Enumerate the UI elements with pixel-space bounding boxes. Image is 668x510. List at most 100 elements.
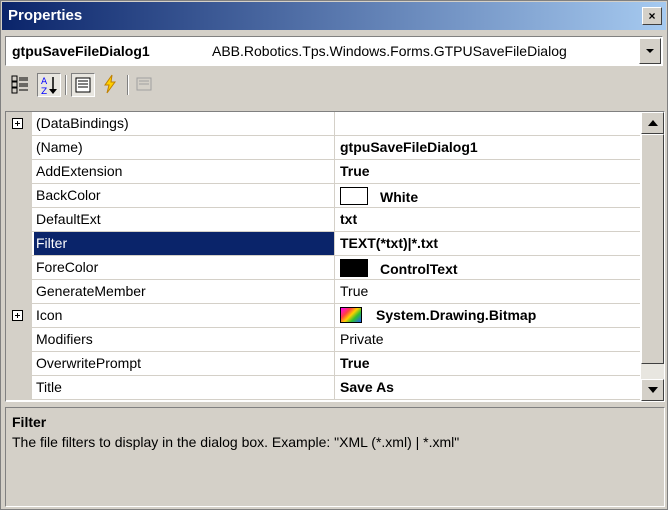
property-value-text: System.Drawing.Bitmap: [376, 307, 537, 323]
property-row[interactable]: ForeColor ControlText: [6, 256, 640, 280]
row-gutter: [6, 136, 32, 160]
property-name[interactable]: ForeColor: [36, 259, 328, 277]
object-selector-combo[interactable]: gtpuSaveFileDialog1 ABB.Robotics.Tps.Win…: [5, 36, 663, 66]
column-divider: [334, 232, 335, 256]
property-name[interactable]: (Name): [36, 139, 328, 157]
row-gutter: [6, 352, 32, 376]
object-selector-dropdown-button[interactable]: [639, 38, 661, 64]
property-row[interactable]: Modifiers Private: [6, 328, 640, 352]
column-divider: [334, 280, 335, 304]
property-row[interactable]: Icon System.Drawing.Bitmap: [6, 304, 640, 328]
toolbar-separator: [127, 75, 129, 95]
property-row[interactable]: DefaultExt txt: [6, 208, 640, 232]
property-row[interactable]: OverwritePrompt True: [6, 352, 640, 376]
property-value[interactable]: True: [340, 355, 638, 371]
svg-text:A: A: [41, 77, 48, 87]
property-name[interactable]: Modifiers: [36, 331, 328, 349]
row-gutter: [6, 328, 32, 352]
description-title: Filter: [12, 414, 47, 430]
categorized-icon: [11, 75, 28, 94]
svg-text:Z: Z: [41, 87, 47, 96]
property-value[interactable]: ControlText: [340, 259, 638, 277]
alphabetical-button[interactable]: A Z: [37, 73, 61, 97]
close-button[interactable]: ×: [642, 7, 662, 25]
property-name[interactable]: GenerateMember: [36, 283, 328, 301]
property-pages-button[interactable]: [133, 73, 157, 97]
property-value[interactable]: True: [340, 163, 638, 179]
column-divider: [334, 352, 335, 376]
row-gutter: [6, 280, 32, 304]
property-pages-icon: [136, 77, 152, 91]
property-value-text: White: [380, 189, 419, 205]
property-value[interactable]: Private: [340, 331, 638, 347]
property-row[interactable]: AddExtension True: [6, 160, 640, 184]
row-gutter: [6, 256, 32, 280]
property-row[interactable]: BackColor White: [6, 184, 640, 208]
property-value-text: TEXT(*txt)|*.txt: [340, 235, 439, 251]
property-name[interactable]: Title: [36, 379, 328, 397]
scroll-thumb[interactable]: [641, 134, 664, 364]
property-value-text: Save As: [340, 379, 394, 395]
property-row[interactable]: (Name) gtpuSaveFileDialog1: [6, 136, 640, 160]
property-name[interactable]: DefaultExt: [36, 211, 328, 229]
alphabetical-icon: A Z: [41, 77, 57, 97]
expand-plus-icon[interactable]: [12, 310, 23, 321]
property-name[interactable]: Icon: [36, 307, 328, 325]
description-panel: Filter The file filters to display in th…: [5, 407, 665, 507]
property-name[interactable]: BackColor: [36, 187, 328, 205]
column-divider: [334, 184, 335, 208]
property-value[interactable]: TEXT(*txt)|*.txt: [340, 235, 638, 251]
events-button[interactable]: [99, 73, 123, 97]
property-value-text: ControlText: [380, 261, 458, 277]
property-value[interactable]: txt: [340, 211, 638, 227]
column-divider: [334, 112, 335, 136]
property-value[interactable]: White: [340, 187, 638, 205]
properties-icon: [75, 77, 91, 93]
column-divider: [334, 136, 335, 160]
property-row[interactable]: (DataBindings): [6, 112, 640, 136]
property-name[interactable]: (DataBindings): [36, 115, 328, 133]
window-title: Properties: [8, 7, 83, 24]
property-row[interactable]: GenerateMember True: [6, 280, 640, 304]
row-gutter: [6, 112, 32, 136]
property-value-text: gtpuSaveFileDialog1: [340, 139, 478, 155]
property-name[interactable]: OverwritePrompt: [36, 355, 328, 373]
row-gutter: [6, 160, 32, 184]
column-divider: [334, 304, 335, 328]
title-bar[interactable]: Properties ×: [2, 2, 666, 30]
property-value-text: True: [340, 355, 370, 371]
property-value-text: True: [340, 163, 370, 179]
column-divider: [334, 256, 335, 280]
scroll-up-button[interactable]: [641, 112, 664, 134]
property-value[interactable]: System.Drawing.Bitmap: [340, 307, 638, 323]
row-gutter: [6, 232, 32, 256]
property-grid: (DataBindings) (Name) gtpuSaveFileDialog1 A…: [5, 111, 665, 402]
property-value-text: txt: [340, 211, 358, 227]
property-row[interactable]: Filter TEXT(*txt)|*.txt: [6, 232, 640, 256]
properties-window: Properties × gtpuSaveFileDialog1 ABB.Rob…: [0, 0, 668, 510]
property-value[interactable]: Save As: [340, 379, 638, 395]
property-row[interactable]: Title Save As: [6, 376, 640, 400]
properties-toolbar: A Z: [5, 71, 663, 105]
expand-plus-icon[interactable]: [12, 118, 23, 129]
property-name[interactable]: Filter: [34, 232, 334, 255]
property-value[interactable]: True: [340, 283, 638, 299]
column-divider: [334, 328, 335, 352]
property-name[interactable]: AddExtension: [36, 163, 328, 181]
column-divider: [334, 208, 335, 232]
property-value-text: Private: [340, 331, 384, 347]
vertical-scrollbar[interactable]: [641, 112, 664, 401]
toolbar-separator: [65, 75, 67, 95]
bitmap-icon: [340, 307, 362, 323]
color-swatch: [340, 187, 368, 205]
categorized-button[interactable]: [9, 73, 33, 97]
events-icon: [104, 74, 116, 94]
scroll-down-button[interactable]: [641, 379, 664, 401]
row-gutter: [6, 304, 32, 328]
description-text: The file filters to display in the dialo…: [12, 434, 460, 450]
column-divider: [334, 160, 335, 184]
row-gutter: [6, 184, 32, 208]
color-swatch: [340, 259, 368, 277]
property-value[interactable]: gtpuSaveFileDialog1: [340, 139, 638, 155]
properties-button[interactable]: [71, 73, 95, 97]
